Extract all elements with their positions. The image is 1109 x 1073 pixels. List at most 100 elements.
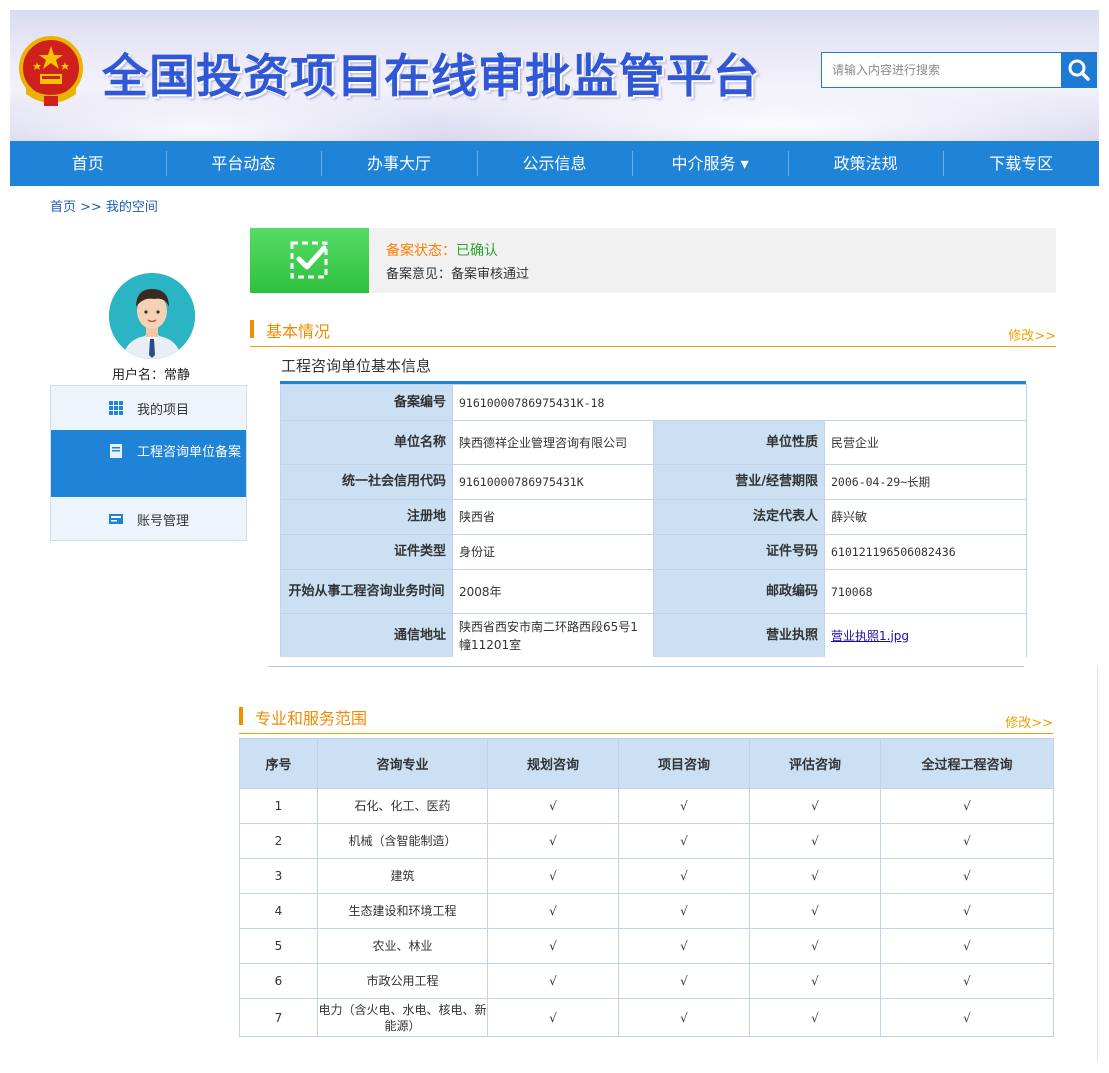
filing-status-label: 备案状态： (386, 243, 456, 259)
assessment-check: √ (749, 998, 881, 1037)
row-major: 市政公用工程 (317, 963, 488, 999)
username: 用户名：常静 (112, 368, 191, 383)
planning-check: √ (487, 928, 619, 964)
record-no-label: 备案编号 (280, 384, 453, 421)
unit-name-label: 单位名称 (280, 420, 453, 465)
table-row: 7 电力（含火电、水电、核电、新能源） √ √ √ √ (239, 998, 1054, 1037)
column-header: 评估咨询 (749, 738, 881, 789)
search-button[interactable] (1061, 53, 1096, 87)
sidebar-item-label: 我的项目 (137, 402, 190, 418)
grid-icon (109, 401, 123, 415)
column-header: 规划咨询 (487, 738, 619, 789)
table-header-row: 序号 咨询专业 规划咨询 项目咨询 评估咨询 全过程工程咨询 (239, 738, 1054, 789)
breadcrumb-current[interactable]: 我的空间 (106, 200, 158, 215)
section-accent-bar (250, 320, 254, 338)
project-check: √ (618, 998, 750, 1037)
table-row: 统一社会信用代码 91610000786975431K 营业/经营期限 2006… (280, 464, 1028, 500)
column-header: 项目咨询 (618, 738, 750, 789)
nav-public-info[interactable]: 公示信息 (476, 141, 633, 186)
breadcrumb-separator: >> (80, 200, 102, 215)
postal-code-label: 邮政编码 (653, 569, 825, 614)
table-row: 3 建筑 √ √ √ √ (239, 858, 1054, 894)
id-type-value: 身份证 (452, 534, 654, 570)
row-major: 石化、化工、医药 (317, 788, 488, 824)
whole-process-check: √ (880, 998, 1054, 1037)
search-input[interactable] (822, 53, 1062, 87)
site-title: 全国投资项目在线审批监管平台 (102, 49, 760, 103)
planning-check: √ (487, 998, 619, 1037)
side-menu: 我的项目 工程咨询单位备案 账号管理 (50, 385, 247, 541)
column-header: 序号 (239, 738, 318, 789)
section-title: 基本情况 (266, 322, 331, 341)
start-time-value: 2008年 (452, 569, 654, 614)
postal-code-value: 710068 (823, 569, 1028, 614)
legal-rep-label: 法定代表人 (653, 499, 825, 535)
avatar (109, 273, 195, 359)
column-header: 全过程工程咨询 (880, 738, 1054, 789)
unit-name-value: 陕西德祥企业管理咨询有限公司 (452, 420, 654, 465)
assessment-check: √ (749, 858, 881, 894)
row-number: 7 (239, 998, 318, 1037)
planning-check: √ (487, 823, 619, 859)
filing-status: 备案状态：已确认 (386, 240, 498, 260)
main-nav: 首页 平台动态 办事大厅 公示信息 中介服务 ▾ 政策法规 下载专区 (10, 141, 1099, 186)
row-major: 农业、林业 (317, 928, 488, 964)
nav-home[interactable]: 首页 (10, 141, 166, 186)
id-number-value: 610121196506082436 (823, 534, 1028, 570)
license-file-link[interactable]: 营业执照1.jpg (831, 629, 909, 643)
breadcrumb-home[interactable]: 首页 (50, 200, 76, 215)
column-header: 咨询专业 (317, 738, 488, 789)
header-banner: 全国投资项目在线审批监管平台 (10, 10, 1099, 142)
divider (268, 666, 1024, 667)
credit-code-label: 统一社会信用代码 (280, 464, 453, 500)
basic-info-section-header: 基本情况 修改>> (250, 316, 1056, 347)
whole-process-check: √ (880, 788, 1054, 824)
project-check: √ (618, 858, 750, 894)
project-check: √ (618, 963, 750, 999)
license-label: 营业执照 (653, 613, 825, 658)
planning-check: √ (487, 788, 619, 824)
divider (1097, 666, 1098, 1061)
start-time-label: 开始从事工程咨询业务时间 (280, 569, 453, 614)
project-check: √ (618, 893, 750, 929)
document-icon (110, 444, 122, 458)
row-major: 机械（含智能制造） (317, 823, 488, 859)
table-row: 开始从事工程咨询业务时间 2008年 邮政编码 710068 (280, 569, 1028, 614)
filing-opinion-label: 备案意见： (386, 267, 452, 282)
unit-nature-label: 单位性质 (653, 420, 825, 465)
assessment-check: √ (749, 963, 881, 999)
whole-process-check: √ (880, 893, 1054, 929)
sidebar-item-consulting-filing[interactable]: 工程咨询单位备案 (51, 430, 246, 497)
sidebar-item-my-projects[interactable]: 我的项目 (51, 386, 246, 430)
nav-downloads[interactable]: 下载专区 (943, 141, 1099, 186)
nav-agency-service[interactable]: 中介服务 ▾ (632, 141, 788, 186)
planning-check: √ (487, 858, 619, 894)
table-row: 注册地 陕西省 法定代表人 薛兴敏 (280, 499, 1028, 535)
edit-scope-link[interactable]: 修改>> (1005, 712, 1053, 731)
edit-basic-info-link[interactable]: 修改>> (1008, 325, 1056, 344)
section-title: 专业和服务范围 (255, 709, 368, 728)
row-number: 5 (239, 928, 318, 964)
table-row: 2 机械（含智能制造） √ √ √ √ (239, 823, 1054, 859)
business-term-label: 营业/经营期限 (653, 464, 825, 500)
status-check-tile (250, 228, 369, 293)
basic-info-table: 备案编号 91610000786975431K-18 单位名称 陕西德祥企业管理… (280, 384, 1028, 658)
id-card-icon (109, 514, 123, 524)
nav-service-hall[interactable]: 办事大厅 (321, 141, 477, 186)
project-check: √ (618, 823, 750, 859)
assessment-check: √ (749, 788, 881, 824)
row-major: 电力（含火电、水电、核电、新能源） (317, 998, 488, 1037)
id-type-label: 证件类型 (280, 534, 453, 570)
address-value: 陕西省西安市南二环路西段65号1幢11201室 (452, 613, 654, 658)
whole-process-check: √ (880, 963, 1054, 999)
row-number: 6 (239, 963, 318, 999)
nav-platform-news[interactable]: 平台动态 (165, 141, 322, 186)
sidebar-item-account[interactable]: 账号管理 (51, 497, 246, 541)
legal-rep-value: 薛兴敏 (823, 499, 1028, 535)
nav-policies[interactable]: 政策法规 (787, 141, 944, 186)
search-box (821, 52, 1097, 88)
table-row: 6 市政公用工程 √ √ √ √ (239, 963, 1054, 999)
table-row: 5 农业、林业 √ √ √ √ (239, 928, 1054, 964)
whole-process-check: √ (880, 823, 1054, 859)
planning-check: √ (487, 893, 619, 929)
